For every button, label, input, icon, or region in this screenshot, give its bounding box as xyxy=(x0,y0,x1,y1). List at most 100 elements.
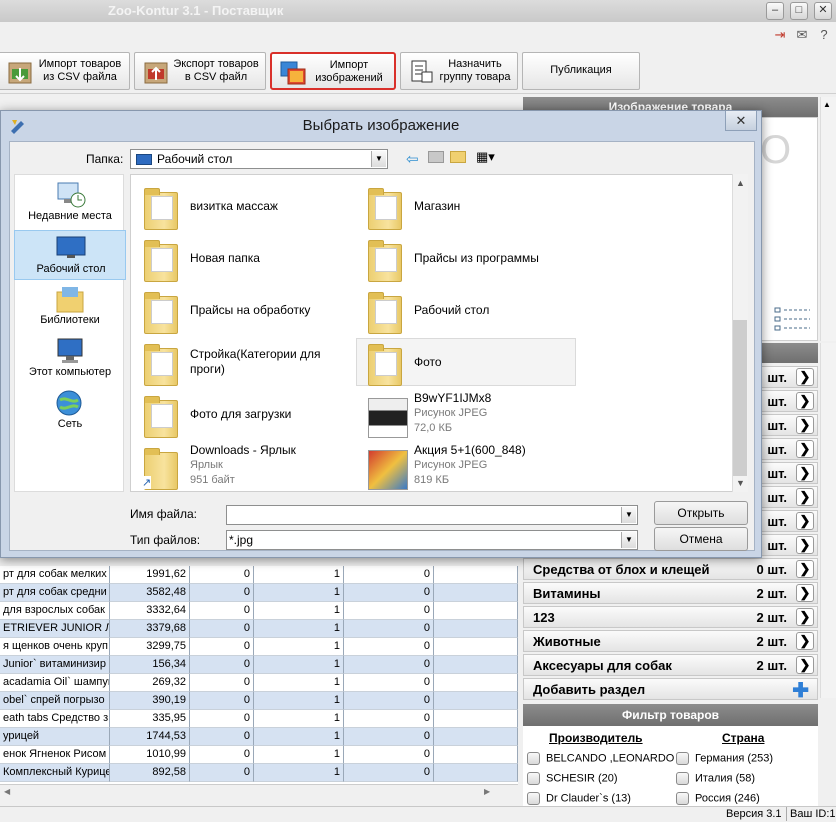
checkbox[interactable] xyxy=(676,772,689,785)
table-row[interactable]: урицей 1744,53 0 1 0 xyxy=(0,728,518,746)
folder-item[interactable]: Прайсы на обработку xyxy=(132,286,352,336)
checkbox[interactable] xyxy=(527,752,540,765)
folder-item[interactable]: Прайсы из программы xyxy=(356,234,576,284)
file-name: Рабочий стол xyxy=(414,303,490,317)
folder-item[interactable]: Фото xyxy=(356,338,576,388)
chevron-right-icon[interactable]: ❯ xyxy=(796,656,814,674)
table-row[interactable]: я щенков очень круп 3299,75 0 1 0 xyxy=(0,638,518,656)
add-section-label: Добавить раздел xyxy=(533,682,646,697)
assign-group-button[interactable]: Назначить группу товара xyxy=(400,52,518,90)
folder-item[interactable]: Магазин xyxy=(356,182,576,232)
minimize-button[interactable]: – xyxy=(766,2,784,20)
checkbox[interactable] xyxy=(527,792,540,805)
mail-icon[interactable]: ✉ xyxy=(794,28,810,42)
category-item[interactable]: Животные 2 шт. ❯ xyxy=(523,630,818,652)
file-item[interactable]: B9wYF1IJMx8 Рисунок JPEG 72,0 КБ xyxy=(356,390,576,440)
export-csv-button[interactable]: Экспорт товаров в CSV файл xyxy=(134,52,266,90)
folder-item[interactable]: визитка массаж xyxy=(132,182,352,232)
chevron-right-icon[interactable]: ❯ xyxy=(796,440,814,458)
country-item[interactable]: Италия (58) xyxy=(676,772,755,785)
open-button[interactable]: Открыть xyxy=(654,501,748,525)
help-icon[interactable]: ? xyxy=(816,28,832,42)
chevron-right-icon[interactable]: ❯ xyxy=(796,464,814,482)
table-row[interactable]: для взрослых собак 3332,64 0 1 0 xyxy=(0,602,518,620)
table-row[interactable]: рт для собак средни 3582,48 0 1 0 xyxy=(0,584,518,602)
categories-scrollbar[interactable] xyxy=(820,343,836,698)
chevron-right-icon[interactable]: ❯ xyxy=(796,488,814,506)
publish-button[interactable]: Публикация xyxy=(522,52,640,90)
table-row[interactable]: енок Ягненок Рисом 1010,99 0 1 0 xyxy=(0,746,518,764)
chevron-right-icon[interactable]: ❯ xyxy=(796,536,814,554)
cancel-button[interactable]: Отмена xyxy=(654,527,748,551)
folder-item[interactable]: Фото для загрузки xyxy=(132,390,352,440)
scrollbar-thumb[interactable] xyxy=(733,320,747,476)
list-view-icon[interactable] xyxy=(774,306,812,332)
category-item[interactable]: Аксесуары для собак 2 шт. ❯ xyxy=(523,654,818,676)
new-folder-icon[interactable] xyxy=(450,151,466,163)
import-csv-button[interactable]: Импорт товаров из CSV файла xyxy=(0,52,130,90)
maximize-button[interactable]: □ xyxy=(790,2,808,20)
folder-item[interactable]: Новая папка xyxy=(132,234,352,284)
folder-item[interactable]: Стройка(Категории для проги) xyxy=(132,338,352,388)
chevron-right-icon[interactable]: ❯ xyxy=(796,584,814,602)
chevron-right-icon[interactable]: ❯ xyxy=(796,392,814,410)
place-desktop[interactable]: Рабочий стол xyxy=(14,230,126,280)
file-item[interactable]: ↗ Downloads - Ярлык Ярлык 951 байт xyxy=(132,442,352,492)
checkbox[interactable] xyxy=(676,752,689,765)
table-row[interactable]: Комплексный Курице 892,58 0 1 0 xyxy=(0,764,518,782)
category-item[interactable]: 123 2 шт. ❯ xyxy=(523,606,818,628)
scroll-right-icon[interactable]: ▶ xyxy=(484,787,490,796)
dialog-close-button[interactable]: ✕ xyxy=(725,111,757,131)
category-item[interactable]: Витамины 2 шт. ❯ xyxy=(523,582,818,604)
checkbox[interactable] xyxy=(676,792,689,805)
chevron-right-icon[interactable]: ❯ xyxy=(796,416,814,434)
folder-icon xyxy=(140,290,184,334)
place-recent[interactable]: Недавние места xyxy=(14,178,126,228)
table-row[interactable]: obel` спрей погрызо 390,19 0 1 0 xyxy=(0,692,518,710)
table-cell: рт для собак мелких xyxy=(0,566,110,584)
chevron-right-icon[interactable]: ❯ xyxy=(796,512,814,530)
chevron-right-icon[interactable]: ❯ xyxy=(796,608,814,626)
table-row[interactable]: acadamia Oil` шампун 269,32 0 1 0 xyxy=(0,674,518,692)
table-cell: 0 xyxy=(344,728,434,746)
folder-select[interactable]: Рабочий стол ▼ xyxy=(130,149,388,169)
place-computer[interactable]: Этот компьютер xyxy=(14,334,126,384)
file-size: 819 КБ xyxy=(414,474,450,486)
country-item[interactable]: Россия (246) xyxy=(676,792,760,805)
country-item[interactable]: Германия (253) xyxy=(676,752,773,765)
add-section-button[interactable]: Добавить раздел ✚ xyxy=(523,678,818,702)
category-item[interactable]: Средства от блох и клещей 0 шт. ❯ xyxy=(523,558,818,580)
scroll-down-icon[interactable]: ▼ xyxy=(736,478,745,488)
scroll-left-icon[interactable]: ◀ xyxy=(4,787,10,796)
table-row[interactable]: eath tabs Средство з 335,95 0 1 0 xyxy=(0,710,518,728)
back-icon[interactable]: ⇦ xyxy=(406,150,419,168)
filetype-select[interactable]: *.jpg ▼ xyxy=(226,530,638,550)
chevron-right-icon[interactable]: ❯ xyxy=(796,560,814,578)
manufacturer-item[interactable]: BELCANDO ,LEONARDO ( xyxy=(527,752,681,765)
import-images-button[interactable]: Импорт изображений xyxy=(270,52,396,90)
close-window-button[interactable]: ✕ xyxy=(814,2,832,20)
place-network[interactable]: Сеть xyxy=(14,386,126,436)
manufacturer-item[interactable]: Dr Clauder`s (13) xyxy=(527,792,631,805)
file-name: Фото для загрузки xyxy=(190,407,292,421)
file-item[interactable]: Акция 5+1(600_848) Рисунок JPEG 819 КБ xyxy=(356,442,576,492)
table-cell: 1 xyxy=(254,728,344,746)
category-count: шт. xyxy=(767,442,787,457)
scroll-up-icon[interactable]: ▲ xyxy=(736,178,745,188)
scroll-up-icon[interactable]: ▲ xyxy=(823,100,833,109)
folder-item[interactable]: Рабочий стол xyxy=(356,286,576,336)
table-row[interactable]: Junior` витаминизир 156,34 0 1 0 xyxy=(0,656,518,674)
image-scrollbar[interactable] xyxy=(820,97,836,341)
exit-icon[interactable]: ⇥ xyxy=(772,28,788,42)
view-menu-icon[interactable]: ▦▾ xyxy=(476,149,495,165)
table-row[interactable]: ETRIEVER JUNIOR Л 3379,68 0 1 0 xyxy=(0,620,518,638)
manufacturer-item[interactable]: SCHESIR (20) xyxy=(527,772,618,785)
table-row[interactable]: рт для собак мелких 1991,62 0 1 0 xyxy=(0,566,518,584)
filename-input[interactable]: ▼ xyxy=(226,505,638,525)
place-libraries[interactable]: Библиотеки xyxy=(14,282,126,332)
horizontal-scrollbar[interactable] xyxy=(0,784,518,801)
chevron-right-icon[interactable]: ❯ xyxy=(796,368,814,386)
up-folder-icon[interactable] xyxy=(428,151,444,163)
checkbox[interactable] xyxy=(527,772,540,785)
chevron-right-icon[interactable]: ❯ xyxy=(796,632,814,650)
